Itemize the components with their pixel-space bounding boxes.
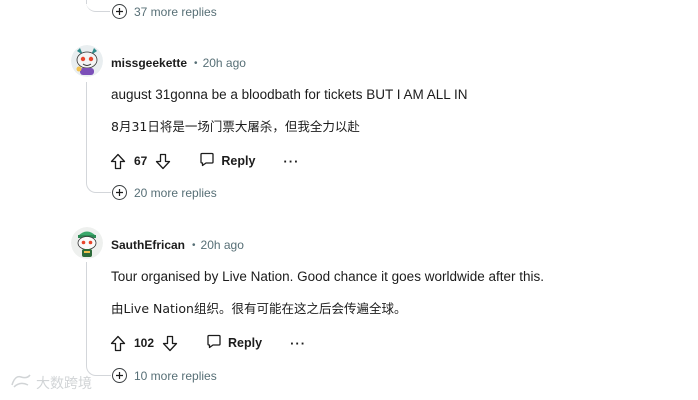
thread-line-comment-2 — [86, 262, 87, 358]
avatar[interactable] — [71, 45, 103, 77]
vote-count: 67 — [134, 154, 148, 168]
comment-translation: 8月31日将是一场门票大屠杀，但我全力以赴 — [111, 119, 360, 134]
more-replies-comment-1[interactable]: 20 more replies — [112, 185, 217, 200]
plus-circle-icon — [112, 4, 127, 19]
comment-actions: 67 Reply ··· — [110, 152, 299, 170]
downvote-arrow-icon[interactable] — [162, 335, 178, 352]
watermark-logo-icon — [10, 373, 32, 393]
more-replies-label: 20 more replies — [134, 185, 217, 200]
upvote-arrow-icon[interactable] — [110, 153, 126, 170]
snoo-avatar-icon — [71, 45, 103, 77]
timestamp[interactable]: 20h ago — [201, 238, 244, 252]
reply-label: Reply — [221, 154, 256, 168]
separator-dot: • — [194, 57, 198, 69]
plus-circle-icon — [112, 185, 127, 200]
more-options-button[interactable]: ··· — [290, 336, 306, 351]
reply-button[interactable]: Reply — [206, 334, 262, 352]
upvote-arrow-icon[interactable] — [110, 335, 126, 352]
more-replies-label: 10 more replies — [134, 368, 217, 383]
thread-elbow-top — [86, 0, 110, 12]
reply-label: Reply — [228, 336, 263, 350]
timestamp[interactable]: 20h ago — [203, 56, 246, 70]
reply-button[interactable]: Reply — [199, 152, 255, 170]
thread-elbow-comment-1 — [86, 170, 111, 193]
comment-text: august 31gonna be a bloodbath for ticket… — [111, 87, 468, 102]
separator-dot: • — [192, 239, 196, 251]
username[interactable]: SauthEfrican — [111, 238, 185, 252]
watermark: 大数跨境 — [10, 373, 92, 393]
thread-line-comment-1 — [86, 82, 87, 178]
more-replies-comment-2[interactable]: 10 more replies — [112, 368, 217, 383]
vote-count: 102 — [134, 336, 155, 350]
watermark-text: 大数跨境 — [36, 376, 92, 392]
vote-group: 102 — [110, 335, 178, 352]
plus-circle-icon — [112, 368, 127, 383]
comment-actions: 102 Reply ··· — [110, 334, 306, 352]
comment-header: SauthEfrican • 20h ago — [111, 238, 244, 252]
snoo-avatar-icon — [71, 227, 103, 259]
comment-header: missgeekette • 20h ago — [111, 56, 246, 70]
more-replies-top[interactable]: 37 more replies — [112, 4, 217, 19]
comment-bubble-icon — [206, 334, 222, 352]
comment-translation: 由Live Nation组织。很有可能在这之后会传遍全球。 — [111, 301, 407, 316]
comment-text: Tour organised by Live Nation. Good chan… — [111, 269, 544, 284]
downvote-arrow-icon[interactable] — [155, 153, 171, 170]
username[interactable]: missgeekette — [111, 56, 187, 70]
vote-group: 67 — [110, 153, 171, 170]
comment-bubble-icon — [199, 152, 215, 170]
more-replies-label: 37 more replies — [134, 4, 217, 19]
avatar[interactable] — [71, 227, 103, 259]
more-options-button[interactable]: ··· — [283, 154, 299, 169]
